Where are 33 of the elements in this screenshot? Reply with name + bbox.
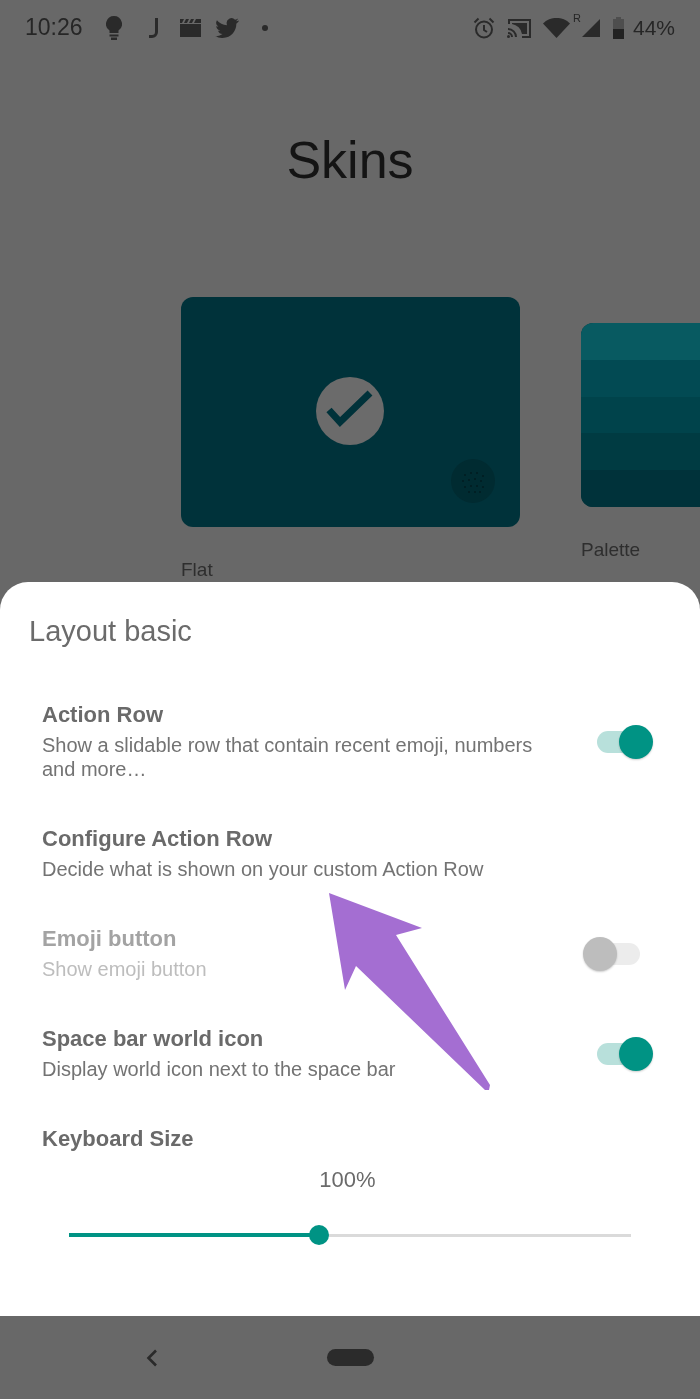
clapperboard-icon (179, 18, 201, 37)
hook-icon (148, 17, 158, 38)
alarm-clock-icon (473, 16, 495, 39)
skin-card[interactable] (581, 323, 700, 507)
signal-icon (581, 18, 600, 37)
slider-value: 100% (319, 1168, 376, 1192)
setting-title: Space bar world icon (42, 1026, 264, 1052)
bird-icon (214, 17, 239, 38)
slider-thumb[interactable] (309, 1225, 330, 1245)
page-title: Skins (286, 132, 414, 188)
skin-label: Flat (181, 558, 213, 581)
sheet-title: Layout basic (29, 614, 192, 648)
setting-title[interactable]: Configure Action Row (42, 826, 273, 852)
status-time: 10:26 (25, 14, 83, 41)
setting-title: Keyboard Size (42, 1126, 194, 1152)
setting-summary: Decide what is shown on your custom Action Row (42, 857, 484, 881)
skin-card[interactable] (181, 297, 520, 527)
battery-percent: 44% (632, 15, 675, 40)
checkmark-icon (316, 377, 384, 445)
setting-title: Emoji button (42, 926, 177, 952)
battery-icon (612, 16, 624, 39)
back-icon[interactable] (146, 1348, 158, 1367)
cast-icon (507, 17, 531, 38)
dot-icon (261, 24, 268, 31)
setting-summary: Show emoji button (42, 957, 207, 981)
roaming-indicator: R (573, 12, 581, 24)
wifi-icon (543, 17, 570, 38)
setting-summary: Display world icon next to the space bar (42, 1057, 396, 1081)
setting-title: Action Row (42, 702, 163, 728)
setting-summary: Show a slidable row that contain recent emoji, numbers and more… (42, 733, 534, 781)
home-pill[interactable] (327, 1349, 374, 1366)
skin-label: Palette (581, 538, 641, 561)
lightbulb-icon (105, 15, 122, 40)
